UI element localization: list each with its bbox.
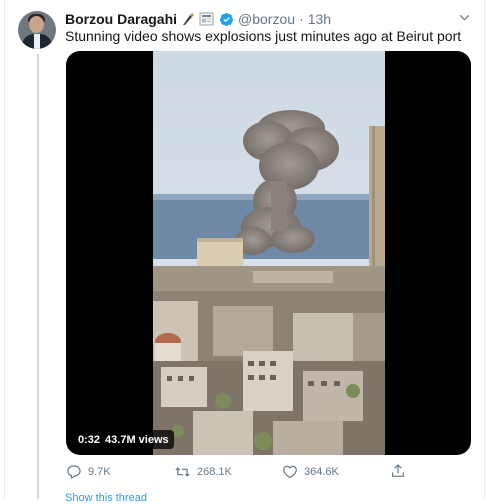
- verified-badge-icon: [219, 12, 234, 27]
- reply-button[interactable]: 9.7K: [66, 464, 111, 480]
- video-player[interactable]: [66, 51, 471, 455]
- author-name[interactable]: Borzou Daragahi: [65, 11, 177, 27]
- tweet-header: Borzou Daragahi @borzou · 13h: [65, 9, 331, 29]
- timestamp[interactable]: 13h: [308, 11, 331, 27]
- retweet-icon: [175, 467, 190, 477]
- video-views: 43.7M views: [105, 433, 169, 446]
- reply-icon: [67, 465, 81, 479]
- like-button[interactable]: 364.6K: [282, 464, 339, 480]
- video-frame[interactable]: [153, 51, 385, 455]
- tweet-actions: 9.7K 268.1K 364.6K: [0, 462, 487, 484]
- video-info-badge: 0:32 43.7M views: [73, 430, 174, 449]
- author-handle[interactable]: @borzou: [238, 11, 295, 27]
- retweet-button[interactable]: 268.1K: [174, 464, 232, 480]
- name-emoji-icon: [181, 12, 215, 26]
- avatar-face: [29, 16, 44, 33]
- share-button[interactable]: [390, 463, 412, 479]
- show-thread-link[interactable]: Show this thread: [65, 492, 147, 504]
- avatar-shirt: [34, 34, 40, 49]
- heart-icon: [283, 465, 297, 479]
- tweet-text: Stunning video shows explosions just min…: [65, 28, 462, 44]
- separator-dot: ·: [299, 11, 304, 27]
- retweet-count: 268.1K: [197, 466, 232, 478]
- reply-count: 9.7K: [88, 466, 111, 478]
- like-count: 364.6K: [304, 466, 339, 478]
- share-icon: [392, 464, 404, 477]
- video-duration: 0:32: [78, 433, 101, 446]
- thread-connector-line: [37, 54, 39, 499]
- avatar[interactable]: [18, 11, 56, 49]
